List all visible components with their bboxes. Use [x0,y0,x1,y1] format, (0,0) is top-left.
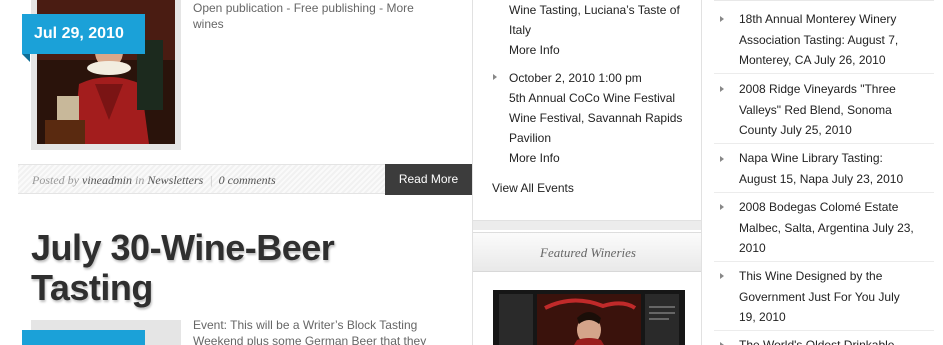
post-title-link[interactable]: July 30-Wine-Beer Tasting [31,228,351,308]
featured-wineries-header: Featured Wineries [473,232,701,272]
recent-post-line[interactable]: 19, 2010 [739,307,934,328]
recent-post-line[interactable]: 18th Annual Monterey Winery [739,9,934,30]
recent-post-line[interactable]: 2008 Bodegas Colomé Estate [739,197,934,218]
recent-post-line[interactable]: Monterey, CA July 26, 2010 [739,50,934,71]
recent-post-line[interactable]: Malbec, Salta, Argentina July 23, [739,218,934,239]
recent-post-line[interactable]: 2008 Ridge Vineyards "Three [739,79,934,100]
event-item-1: Wine Tasting, Luciana’s Taste of Italy M… [509,0,699,60]
sidebar-rule [714,0,934,1]
category-link[interactable]: Newsletters [147,173,203,187]
meta-separator: | [209,173,213,187]
event-title-line[interactable]: Pavilion [509,128,699,148]
list-bullet-icon [720,273,724,279]
list-bullet-icon [720,16,724,22]
excerpt-line: Event: This will be a Writer’s Block Tas… [193,318,418,332]
recent-post-line[interactable]: Government Just For You July [739,287,934,308]
comments-link[interactable]: 0 comments [219,173,276,187]
recent-post-line[interactable]: Napa Wine Library Tasting: [739,148,934,169]
recent-post-line[interactable]: 2010 [739,238,934,259]
recent-post-link[interactable]: 2008 Ridge Vineyards "Three Valleys" Red… [739,79,934,141]
excerpt-line: Open publication - Free publishing - Mor… [193,1,414,15]
post-excerpt: Open publication - Free publishing - Mor… [193,0,453,32]
author-link[interactable]: vineadmin [82,173,132,187]
recent-post-line[interactable]: Valleys" Red Blend, Sonoma [739,100,934,121]
recent-post-line[interactable]: County July 25, 2010 [739,120,934,141]
featured-label-art [493,290,685,345]
post-date-badge-2 [22,330,145,345]
list-bullet-icon [720,204,724,210]
list-bullet-icon [720,86,724,92]
read-more-button[interactable]: Read More [385,164,472,195]
recent-posts-sidebar: 18th Annual Monterey Winery Association … [702,0,943,345]
widget-separator [473,220,701,230]
in-label: in [135,173,145,187]
events-sidebar: Wine Tasting, Luciana’s Taste of Italy M… [472,0,702,345]
event-item-2: October 2, 2010 1:00 pm 5th Annual CoCo … [509,68,699,168]
list-divider [714,192,934,193]
post-meta-bar: Posted by vineadmin in Newsletters | 0 c… [18,164,472,195]
excerpt-line: Weekend plus some German Beer that they [193,334,427,345]
event-title-line[interactable]: 5th Annual CoCo Wine Festival [509,88,699,108]
post-title-line: Tasting [31,267,153,308]
excerpt-line: wines [193,17,224,31]
event-bullet-icon [493,74,497,80]
recent-post-link[interactable]: 18th Annual Monterey Winery Association … [739,9,934,71]
recent-post-line[interactable]: August 15, Napa July 23, 2010 [739,169,934,190]
recent-post-line[interactable]: Association Tasting: August 7, [739,30,934,51]
list-divider [714,330,934,331]
event-date: October 2, 2010 1:00 pm [509,71,642,85]
list-divider [714,261,934,262]
event-title-line[interactable]: Italy [509,20,699,40]
event-title-line[interactable]: Wine Tasting, Luciana’s Taste of [509,0,699,20]
recent-post-link[interactable]: The World's Oldest Drinkable [739,335,934,345]
view-all-events-link[interactable]: View All Events [492,181,574,195]
post-meta: Posted by vineadmin in Newsletters | 0 c… [32,173,276,188]
list-divider [714,143,934,144]
recent-post-link[interactable]: 2008 Bodegas Colomé Estate Malbec, Salta… [739,197,934,259]
featured-winery-image[interactable] [493,290,685,345]
recent-post-line[interactable]: The World's Oldest Drinkable [739,335,934,345]
event-more-info-link[interactable]: More Info [509,40,699,60]
list-divider [714,73,934,74]
event-more-info-link[interactable]: More Info [509,148,699,168]
post-excerpt-2: Event: This will be a Writer’s Block Tas… [193,317,453,345]
date-badge-fold [22,54,30,62]
recent-post-link[interactable]: This Wine Designed by the Government Jus… [739,266,934,328]
recent-post-link[interactable]: Napa Wine Library Tasting: August 15, Na… [739,148,934,189]
post-date-badge: Jul 29, 2010 [22,14,145,54]
post-title-line: July 30-Wine-Beer [31,227,335,268]
event-title-line[interactable]: Wine Festival, Savannah Rapids [509,108,699,128]
posted-by-label: Posted by [32,173,79,187]
recent-post-line[interactable]: This Wine Designed by the [739,266,934,287]
posts-column: Jul 29, 2010 Open publication - Free pub… [0,0,472,345]
list-bullet-icon [720,156,724,162]
